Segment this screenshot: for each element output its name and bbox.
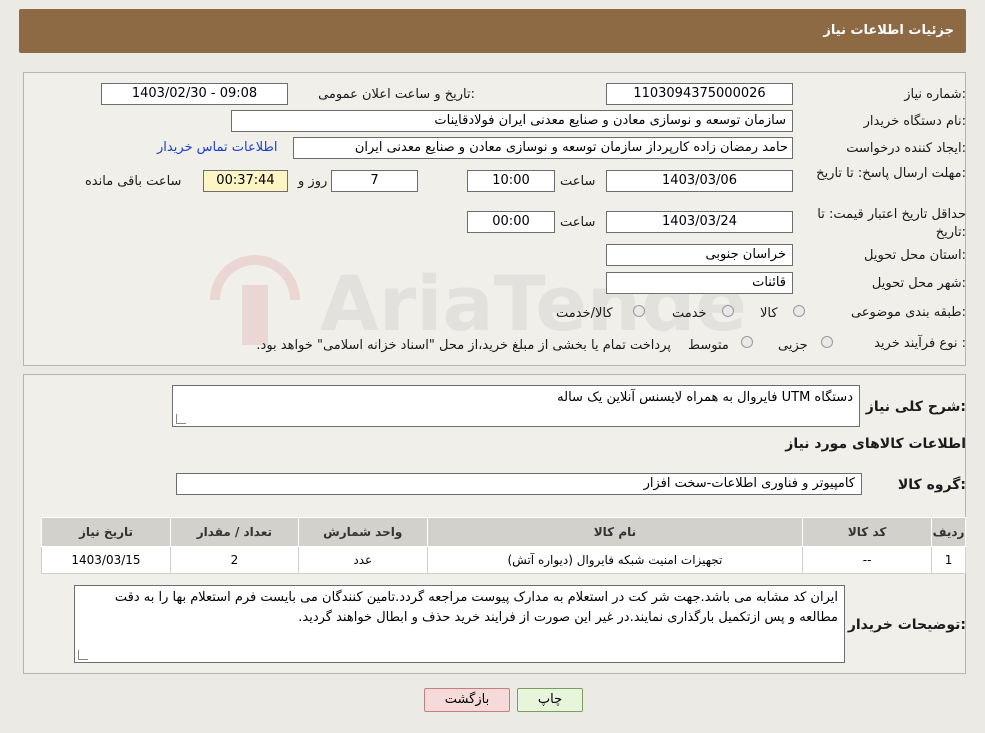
col-code: کد کالا	[802, 517, 933, 547]
category-option-goods: کالا	[760, 306, 778, 321]
city-label: شهر محل تحویل:	[871, 276, 966, 291]
col-quantity: تعداد / مقدار	[169, 517, 299, 547]
province-field[interactable]: خراسان جنوبی	[606, 244, 793, 266]
province-label: استان محل تحویل:	[864, 248, 966, 263]
days-field[interactable]: 7	[331, 170, 418, 192]
need-number-field[interactable]: 1103094375000026	[606, 83, 793, 105]
deadline-date-field[interactable]: 1403/03/06	[606, 170, 793, 192]
table-row: 1 -- تجهیزات امنیت شبکه فایروال (دیواره …	[41, 546, 966, 574]
payment-note: پرداخت تمام یا بخشی از مبلغ خرید،از محل …	[256, 338, 671, 353]
validity-time-field[interactable]: 00:00	[467, 211, 555, 233]
process-radio-medium[interactable]	[741, 336, 753, 348]
buyer-org-field[interactable]: سازمان توسعه و نوسازی معادن و صنایع معدن…	[231, 110, 793, 132]
col-need-date: تاریخ نیاز	[41, 517, 171, 547]
process-option-minor: جزیی	[778, 338, 808, 353]
process-option-medium: متوسط	[688, 338, 729, 353]
validity-label: حداقل تاریخ اعتبار قیمت: تا تاریخ:	[817, 207, 966, 240]
print-button[interactable]: چاپ	[517, 688, 583, 712]
category-radio-goods-service[interactable]	[633, 305, 645, 317]
category-option-service: خدمت	[672, 306, 707, 321]
col-row: ردیف	[931, 517, 966, 547]
page-title: جزئیات اطلاعات نیاز	[823, 23, 954, 38]
deadline-label: مهلت ارسال پاسخ: تا تاریخ:	[816, 166, 966, 181]
resize-grip-icon[interactable]	[176, 414, 186, 424]
validity-time-label: ساعت	[560, 215, 596, 230]
buyer-org-label: نام دستگاه خریدار:	[863, 114, 966, 129]
need-number-label: شماره نیاز:	[904, 87, 966, 102]
buyer-notes-label: توضیحات خریدار:	[847, 617, 966, 633]
process-label: نوع فرآیند خرید :	[874, 336, 966, 351]
table-header-row: ردیف کد کالا نام کالا واحد شمارش تعداد /…	[41, 517, 966, 547]
goods-group-label: گروه کالا:	[897, 477, 966, 493]
category-radio-service[interactable]	[722, 305, 734, 317]
summary-textarea[interactable]: دستگاه UTM فایروال به همراه لایسنس آنلای…	[172, 385, 860, 427]
summary-label: شرح کلی نیاز:	[865, 399, 966, 415]
buyer-contact-link[interactable]: اطلاعات تماس خریدار	[157, 140, 277, 155]
deadline-time-field[interactable]: 10:00	[467, 170, 555, 192]
announce-datetime-field[interactable]: 1403/02/30 - 09:08	[101, 83, 288, 105]
cell-need-date: 1403/03/15	[41, 546, 171, 574]
remaining-time-label: ساعت باقی مانده	[85, 174, 182, 189]
category-label: طبقه بندی موضوعی:	[850, 305, 966, 320]
remaining-time-field: 00:37:44	[203, 170, 288, 192]
summary-text: دستگاه UTM فایروال به همراه لایسنس آنلای…	[557, 390, 853, 405]
cell-name: تجهیزات امنیت شبکه فایروال (دیواره آتش)	[426, 546, 804, 574]
cell-code: --	[802, 546, 933, 574]
page-header: جزئیات اطلاعات نیاز	[19, 9, 966, 53]
category-radio-goods[interactable]	[793, 305, 805, 317]
cell-row: 1	[931, 546, 966, 574]
days-label: روز و	[298, 174, 328, 189]
cell-unit: عدد	[297, 546, 428, 574]
buyer-notes-text: ایران کد مشابه می باشد.جهت شر کت در استع…	[114, 590, 838, 625]
col-unit: واحد شمارش	[297, 517, 428, 547]
deadline-time-label: ساعت	[560, 174, 596, 189]
back-button[interactable]: بازگشت	[424, 688, 510, 712]
goods-group-field[interactable]: کامپیوتر و فناوری اطلاعات-سخت افزار	[176, 473, 862, 495]
creator-label: ایجاد کننده درخواست:	[846, 141, 966, 156]
resize-grip-icon[interactable]	[78, 650, 88, 660]
col-name: نام کالا	[426, 517, 804, 547]
validity-date-field[interactable]: 1403/03/24	[606, 211, 793, 233]
category-option-goods-service: کالا/خدمت	[556, 306, 613, 321]
creator-field[interactable]: حامد رمضان زاده کارپرداز سازمان توسعه و …	[293, 137, 793, 159]
announce-label: تاریخ و ساعت اعلان عمومی:	[318, 87, 475, 102]
goods-info-title: اطلاعات کالاهای مورد نیاز	[785, 436, 966, 452]
cell-quantity: 2	[169, 546, 299, 574]
goods-table: ردیف کد کالا نام کالا واحد شمارش تعداد /…	[41, 517, 966, 574]
city-field[interactable]: قائنات	[606, 272, 793, 294]
process-radio-minor[interactable]	[821, 336, 833, 348]
buyer-notes-textarea[interactable]: ایران کد مشابه می باشد.جهت شر کت در استع…	[74, 585, 845, 663]
